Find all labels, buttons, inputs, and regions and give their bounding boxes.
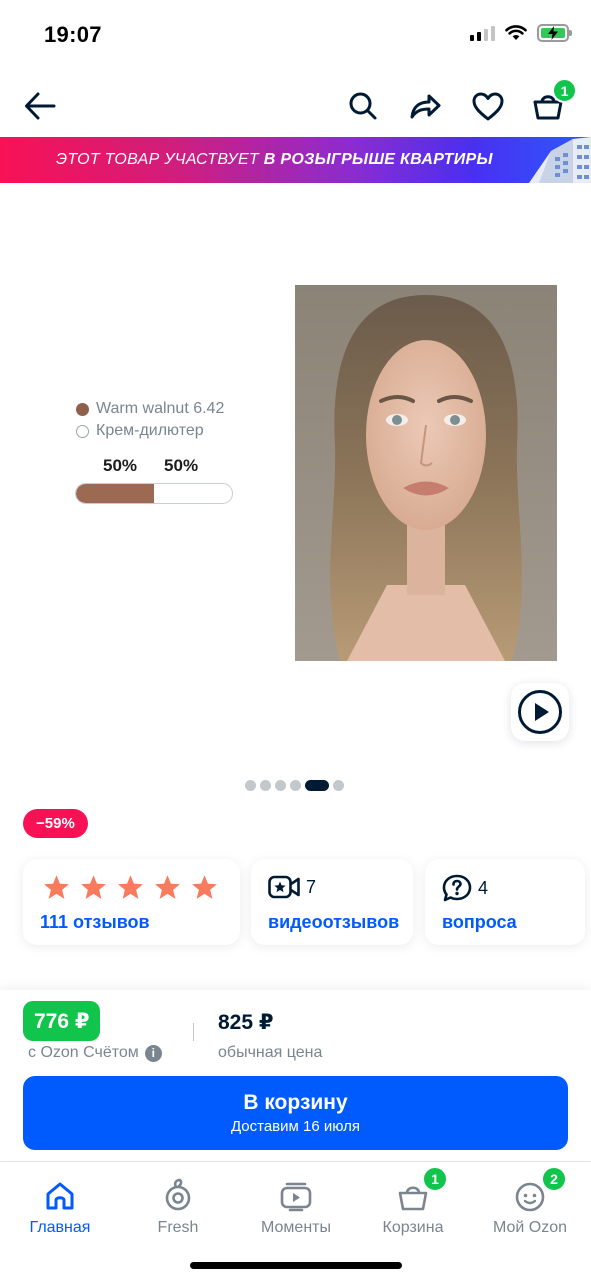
play-icon [518,690,562,734]
apartment-building-icon [529,137,591,183]
ratio-right: 50% [164,456,199,475]
promo-banner[interactable]: ЭТОТ ТОВАР УЧАСТВУЕТ В РОЗЫГРЫШЕ КВАРТИР… [0,137,591,183]
ozon-card-price: 776 ₽ [23,1001,101,1041]
page-dot[interactable] [245,780,256,791]
favorite-button[interactable] [468,86,508,126]
info-icon[interactable]: i [144,1044,162,1062]
promo-text-regular: ЭТОТ ТОВАР УЧАСТВУЕТ [56,151,259,168]
delivery-date-label: Доставим 16 июля [230,1118,361,1135]
promo-text-bold: В РОЗЫГРЫШЕ КВАРТИРЫ [263,151,493,168]
play-video-button[interactable] [511,683,569,741]
heart-icon [472,92,504,120]
legend-label: Warm walnut 6.42 [96,400,225,417]
tab-fresh[interactable]: Fresh [128,1162,228,1242]
video-reviews-link[interactable]: видеоотзывов [268,912,399,933]
promo-text: ЭТОТ ТОВАР УЧАСТВУЕТ В РОЗЫГРЫШЕ КВАРТИР… [56,151,493,169]
mix-ratio-fill [76,484,154,503]
questions-count: 4 [478,877,489,898]
moments-icon [280,1182,312,1212]
tab-profile-badge: 2 [541,1166,567,1192]
search-button[interactable] [343,86,383,126]
search-icon [349,92,377,120]
page-dot[interactable] [275,780,286,791]
fresh-icon [165,1178,191,1211]
star-icon [81,875,106,899]
video-reviews-count-row: 7 [268,874,316,900]
wifi-icon [505,25,527,40]
tab-label: Моменты [261,1219,331,1236]
color-swatch-icon [76,424,89,438]
share-button[interactable] [405,86,445,126]
questions-card[interactable]: 4 вопроса [425,859,585,945]
back-button[interactable] [20,86,60,126]
mix-ratio: 50% 50% [103,456,198,476]
share-icon [410,94,441,119]
tab-moments[interactable]: Моменты [246,1162,346,1242]
status-time: 19:07 [44,22,102,47]
model-portrait-image [295,285,557,661]
tab-home[interactable]: Главная [10,1162,110,1242]
status-icons [470,24,572,42]
video-reviews-card[interactable]: 7 видеоотзывов [251,859,413,945]
regular-price-label: обычная цена [218,1044,323,1061]
add-to-cart-button[interactable]: В корзину Доставим 16 июля [23,1076,568,1150]
legend-label: Крем-дилютер [96,422,204,439]
star-icon [118,875,143,899]
legend-item-walnut: Warm walnut 6.42 [76,398,224,420]
header-cart-badge: 1 [552,78,577,103]
price-divider [193,1023,194,1041]
color-swatch-icon [76,402,89,416]
tab-label: Корзина [382,1219,444,1236]
rating-stars [43,874,218,900]
page-dot[interactable] [333,780,344,791]
ozon-card-price-note[interactable]: с Ozon Счётом i [28,1044,162,1062]
mix-ratio-bar [75,483,233,504]
questions-link[interactable]: вопроса [442,912,517,933]
tab-label: Главная [29,1219,91,1236]
color-mix-legend: Warm walnut 6.42 Крем-дилютер [76,398,224,442]
star-icon [155,875,180,899]
legend-item-diluter: Крем-дилютер [76,420,224,442]
rating-card[interactable]: 111 отзывов [23,859,240,945]
star-icon [44,875,69,899]
profile-icon [515,1182,545,1212]
discount-badge: −59% [23,809,88,838]
product-model-photo[interactable] [295,285,557,661]
video-reviews-count: 7 [306,876,317,897]
arrow-left-icon [25,92,56,120]
battery-charging-icon [537,24,572,42]
page-dot-active[interactable] [305,780,329,791]
regular-price: 825 ₽ [218,1011,274,1034]
price-panel: 776 ₽ с Ozon Счётом i 825 ₽ обычная цена… [0,990,591,1160]
cellular-signal-icon [470,25,495,41]
ozon-card-price-label: с Ozon Счётом [28,1044,139,1061]
video-camera-star-icon [268,875,300,899]
question-bubble-icon [442,874,472,902]
home-icon [46,1182,74,1210]
product-toolbar [0,78,591,132]
tab-cart-badge: 1 [422,1166,448,1192]
questions-count-row: 4 [442,874,488,902]
ratio-left: 50% [103,456,138,475]
star-icon [192,875,217,899]
gallery-pagination [245,780,344,791]
page-dot[interactable] [260,780,271,791]
home-indicator [190,1262,402,1269]
page-dot[interactable] [290,780,301,791]
status-bar: 19:07 [0,0,591,70]
add-to-cart-label: В корзину [243,1091,348,1114]
tab-cart[interactable]: Корзина [363,1162,463,1242]
tab-label: Мой Ozon [492,1219,568,1236]
tab-label: Fresh [157,1219,199,1236]
reviews-link[interactable]: 111 отзывов [40,912,150,933]
